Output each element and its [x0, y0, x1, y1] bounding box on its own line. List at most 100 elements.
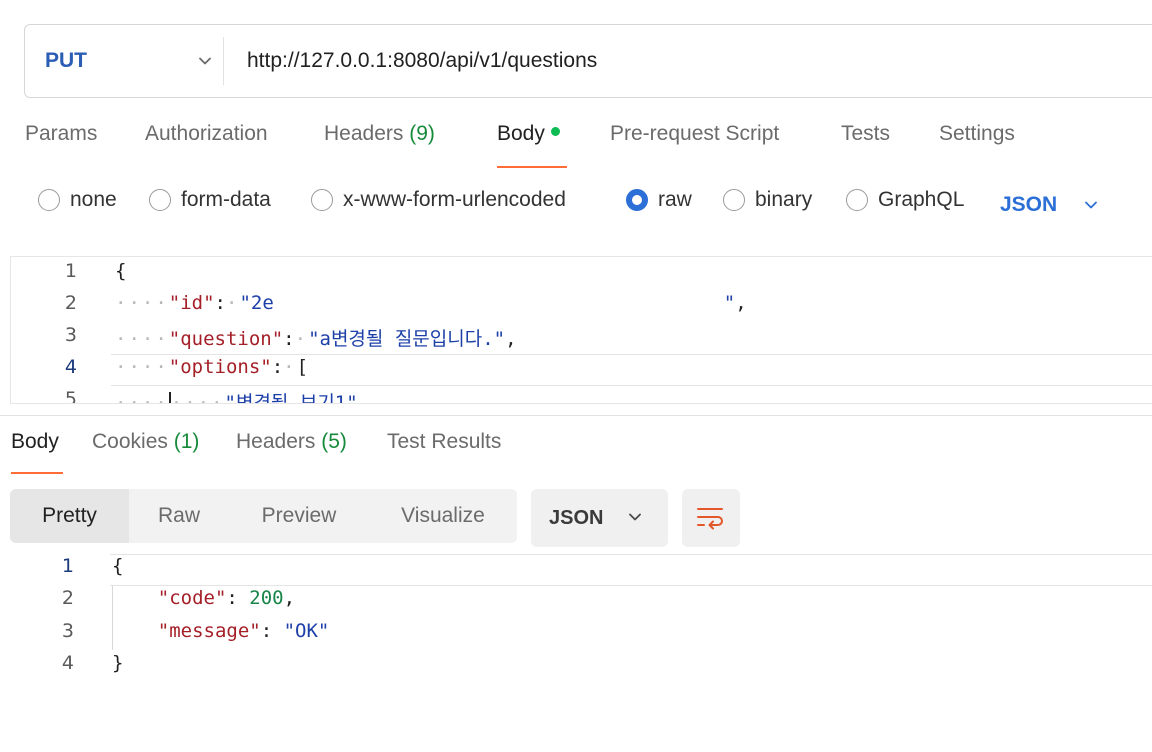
tab-response-body[interactable]: Body: [11, 430, 59, 454]
request-tabs: Params Authorization Headers (9) Body Pr…: [25, 122, 1125, 172]
tab-headers[interactable]: Headers (9): [324, 122, 435, 146]
line-content: }: [112, 652, 124, 674]
response-format-select[interactable]: JSON: [531, 489, 668, 547]
line-number: 1: [64, 260, 77, 282]
tab-cookies-label: Cookies: [92, 430, 168, 453]
editor-line: 3 "message": "OK": [0, 620, 1142, 652]
json-bracket: [: [296, 356, 309, 378]
line-number: 3: [61, 620, 74, 642]
line-number: 2: [61, 587, 74, 609]
response-body-viewer[interactable]: 1 { 2 "code": 200, 3 "message": "OK" 4 }: [0, 554, 1152, 684]
wrap-lines-button[interactable]: [682, 489, 740, 547]
tab-tests[interactable]: Tests: [841, 122, 890, 146]
tab-cookies[interactable]: Cookies (1): [92, 430, 199, 454]
active-tab-indicator: [497, 166, 567, 168]
radio-graphql[interactable]: GraphQL: [846, 188, 964, 212]
json-number: 200: [249, 587, 284, 609]
json-value: "OK": [283, 620, 330, 642]
line-content: {: [112, 555, 124, 577]
tab-body[interactable]: Body: [497, 122, 560, 146]
radio-circle: [38, 189, 60, 211]
editor-line: 4 ····"options":·[: [11, 356, 1152, 388]
line-content: ····"id":·"2e ",: [115, 292, 747, 314]
url-separator: [223, 37, 224, 85]
radio-label: none: [70, 188, 117, 211]
url-input[interactable]: [247, 43, 1147, 79]
chevron-down-icon: [199, 57, 211, 65]
body-type-radios: none form-data x-www-form-urlencoded raw…: [38, 188, 1138, 222]
json-key: "options": [168, 356, 272, 378]
view-mode-pretty[interactable]: Pretty: [10, 489, 129, 543]
tab-body-label: Body: [497, 122, 545, 145]
radio-none[interactable]: none: [38, 188, 117, 212]
wrap-lines-icon: [697, 508, 723, 530]
view-mode-visualize[interactable]: Visualize: [369, 489, 517, 543]
line-number: 4: [64, 356, 77, 378]
pane-divider[interactable]: [0, 415, 1152, 416]
json-key: "message": [157, 620, 261, 642]
request-body-editor[interactable]: 1 { 2 ····"id":·"2e ", 3 ····"question":·…: [10, 256, 1152, 404]
tab-response-headers[interactable]: Headers (5): [236, 430, 347, 454]
language-label: JSON: [1000, 193, 1058, 216]
json-value: "2e: [239, 292, 274, 314]
radio-label: x-www-form-urlencoded: [343, 188, 566, 211]
editor-line: 2 "code": 200,: [0, 587, 1142, 619]
json-key: "id": [168, 292, 215, 314]
body-language-select[interactable]: JSON: [1000, 188, 1097, 222]
tab-test-results[interactable]: Test Results: [387, 430, 501, 454]
tab-settings[interactable]: Settings: [939, 122, 1015, 146]
tab-authorization[interactable]: Authorization: [145, 122, 268, 146]
radio-label: binary: [755, 188, 813, 211]
line-content: {: [115, 260, 127, 282]
editor-line: 1 {: [11, 260, 1152, 292]
radio-circle: [311, 189, 333, 211]
editor-line: 5 ···· ····"변경될 보기1": [11, 388, 1152, 404]
line-number: 2: [64, 292, 77, 314]
json-key: "question": [168, 328, 284, 350]
line-content: "message": "OK": [157, 620, 330, 642]
radio-circle: [723, 189, 745, 211]
tab-cookies-count: (1): [173, 430, 200, 453]
line-number: 1: [61, 555, 74, 577]
radio-label: GraphQL: [878, 188, 965, 211]
tab-response-headers-count: (5): [321, 430, 347, 453]
view-mode-segmented: Pretty Raw Preview Visualize: [10, 489, 517, 543]
json-value: "변경될 보기1": [224, 392, 358, 404]
body-modified-dot: [550, 127, 560, 136]
radio-raw[interactable]: raw: [626, 188, 692, 212]
tab-pre-request-script[interactable]: Pre-request Script: [610, 122, 779, 146]
radio-x-www-form-urlencoded[interactable]: x-www-form-urlencoded: [311, 188, 566, 212]
method-select[interactable]: PUT: [45, 25, 225, 97]
indent-guide: [112, 586, 113, 650]
radio-circle: [846, 189, 868, 211]
radio-label: raw: [658, 188, 692, 211]
line-number: 4: [61, 652, 74, 674]
chevron-down-icon: [1085, 201, 1097, 209]
json-value-end: ": [723, 292, 736, 314]
line-content: "code": 200,: [157, 587, 296, 609]
radio-binary[interactable]: binary: [723, 188, 812, 212]
format-label: JSON: [549, 506, 604, 529]
line-content: ····"question":·"a변경될 질문입니다.",: [115, 328, 517, 350]
view-mode-raw[interactable]: Raw: [129, 489, 229, 543]
editor-line: 4 }: [0, 652, 1142, 684]
response-tabs: Body Cookies (1) Headers (5) Test Result…: [11, 430, 611, 470]
json-value: "a변경될 질문입니다.": [308, 328, 506, 350]
chevron-down-icon: [629, 513, 641, 521]
editor-line: 2 ····"id":·"2e ",: [11, 292, 1152, 324]
line-number: 5: [64, 388, 77, 404]
tab-response-headers-label: Headers: [236, 430, 316, 453]
radio-form-data[interactable]: form-data: [149, 188, 271, 212]
tab-params[interactable]: Params: [25, 122, 97, 146]
line-number: 3: [64, 324, 77, 346]
json-key: "code": [157, 587, 227, 609]
line-content: ···· ····"변경될 보기1": [115, 388, 358, 404]
active-response-tab-indicator: [11, 472, 63, 474]
editor-line: 1 {: [0, 555, 1142, 587]
radio-label: form-data: [181, 188, 271, 211]
tab-headers-count: (9): [409, 122, 435, 145]
radio-circle-selected: [626, 189, 648, 211]
editor-line: 3 ····"question":·"a변경될 질문입니다.",: [11, 324, 1152, 356]
tab-headers-label: Headers: [324, 122, 404, 145]
view-mode-preview[interactable]: Preview: [229, 489, 369, 543]
